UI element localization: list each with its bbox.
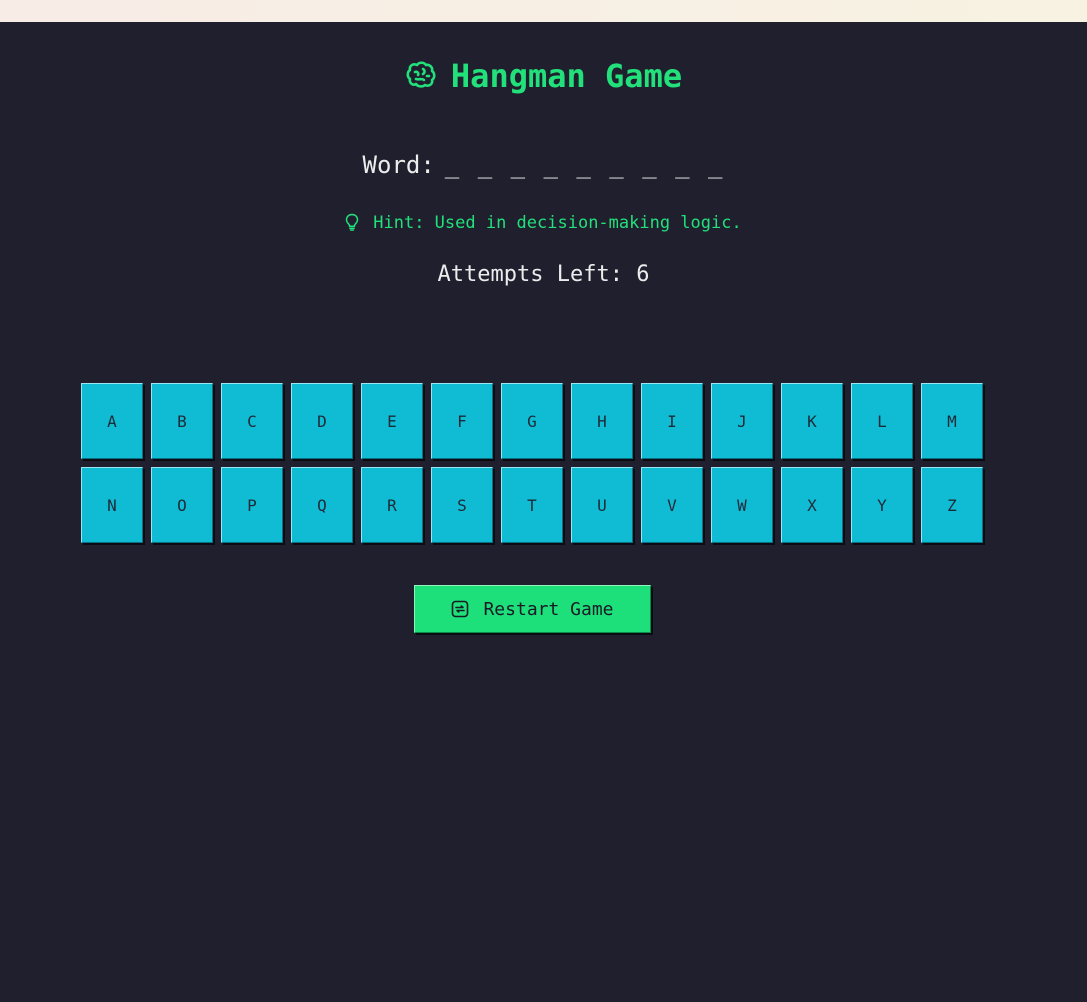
letter-key-q[interactable]: Q	[291, 467, 353, 543]
game-title-text: Hangman Game	[450, 57, 683, 95]
letter-key-y[interactable]: Y	[851, 467, 913, 543]
letter-key-k[interactable]: K	[781, 383, 843, 459]
restart-button[interactable]: Restart Game	[414, 585, 651, 633]
letter-key-j[interactable]: J	[711, 383, 773, 459]
letter-key-p[interactable]: P	[221, 467, 283, 543]
letter-key-b[interactable]: B	[151, 383, 213, 459]
game-container: Hangman Game Word: _ _ _ _ _ _ _ _ _ Hint…	[0, 22, 1087, 1002]
restart-button-label: Restart Game	[483, 598, 614, 620]
word-blanks: _ _ _ _ _ _ _ _ _	[444, 151, 725, 179]
letter-key-n[interactable]: N	[81, 467, 143, 543]
letter-key-z[interactable]: Z	[921, 467, 983, 543]
letter-key-o[interactable]: O	[151, 467, 213, 543]
letter-key-f[interactable]: F	[431, 383, 493, 459]
hint: Hint: Used in decision-making logic.	[0, 211, 1087, 235]
letter-key-e[interactable]: E	[361, 383, 423, 459]
letter-key-c[interactable]: C	[221, 383, 283, 459]
top-border-strip	[0, 0, 1087, 22]
lightbulb-icon	[346, 213, 359, 231]
letter-key-l[interactable]: L	[851, 383, 913, 459]
letter-key-d[interactable]: D	[291, 383, 353, 459]
letter-key-x[interactable]: X	[781, 467, 843, 543]
letter-key-r[interactable]: R	[361, 467, 423, 543]
letter-key-t[interactable]: T	[501, 467, 563, 543]
letter-key-g[interactable]: G	[501, 383, 563, 459]
letter-key-s[interactable]: S	[431, 467, 493, 543]
letter-keyboard: ABCDEFGHIJKLM NOPQRSTUVWXYZ	[81, 383, 991, 543]
word-label: Word:	[362, 151, 435, 179]
hint-text: Hint: Used in decision-making logic.	[373, 213, 742, 233]
restart-icon	[452, 600, 469, 618]
letter-key-u[interactable]: U	[571, 467, 633, 543]
word-display: Word: _ _ _ _ _ _ _ _ _	[0, 148, 1087, 182]
letter-key-v[interactable]: V	[641, 467, 703, 543]
letter-key-m[interactable]: M	[921, 383, 983, 459]
letter-key-h[interactable]: H	[571, 383, 633, 459]
letter-key-a[interactable]: A	[81, 383, 143, 459]
letter-key-i[interactable]: I	[641, 383, 703, 459]
brain-icon	[406, 61, 436, 88]
attempts-left: Attempts Left: 6	[437, 262, 650, 287]
letter-key-w[interactable]: W	[711, 467, 773, 543]
game-title: Hangman Game	[0, 56, 1087, 96]
